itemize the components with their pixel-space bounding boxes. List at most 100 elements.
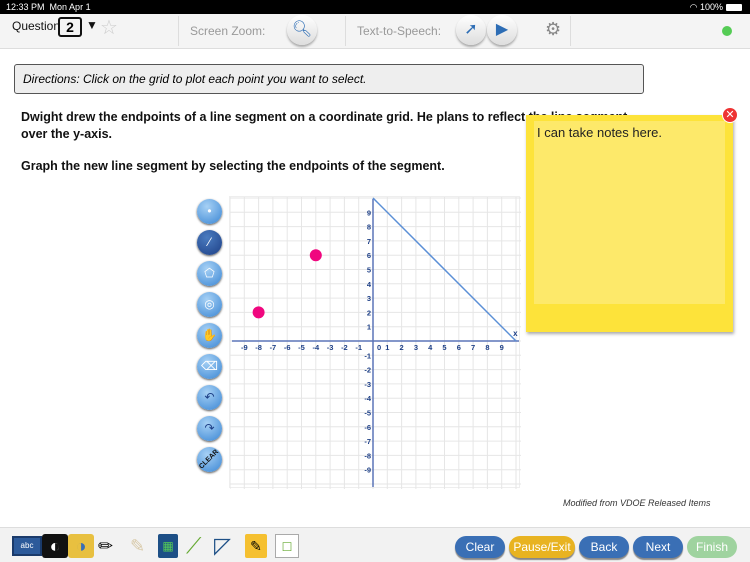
highlighter-icon: ✎ [130, 536, 146, 556]
clear-label: CLEAR [198, 448, 221, 471]
close-note-button[interactable]: ✕ [722, 107, 738, 123]
contrast-button[interactable]: ◐ [42, 534, 68, 558]
origin-label: 0 [377, 343, 381, 352]
y-tick-label: 2 [367, 308, 371, 317]
pointer-speech-icon: ➚ [464, 21, 478, 38]
x-tick-label: 1 [385, 343, 389, 352]
circle-icon: ◎ [204, 297, 215, 311]
zoom-button[interactable]: 🔍︎ [287, 15, 317, 45]
hand-tool-button[interactable]: ✋ [197, 323, 222, 348]
color-overlay-icon: ◑ [75, 536, 87, 556]
y-tick-label: -5 [364, 409, 371, 418]
line-reader-button[interactable]: ☐ [275, 534, 299, 558]
y-tick-label: 9 [367, 208, 371, 217]
ruler-icon: ⟋ [186, 533, 202, 558]
finish-button[interactable]: Finish [687, 536, 737, 558]
close-icon: ✕ [725, 109, 735, 121]
x-tick-label: -7 [270, 343, 277, 352]
note-text-area[interactable]: I can take notes here. [534, 121, 725, 304]
x-tick-label: 4 [428, 343, 433, 352]
coordinate-grid-svg[interactable]: x-9-9-8-8-7-7-6-6-5-5-4-4-3-3-2-2-1-10 11… [229, 197, 521, 489]
x-tick-label: 6 [457, 343, 461, 352]
eraser-icon: ⌫ [201, 359, 218, 373]
question-number[interactable]: 2 [58, 17, 82, 37]
line-icon: ⁄ [208, 235, 211, 249]
x-tick-label: -3 [327, 343, 334, 352]
notepad-button[interactable]: ✎ [245, 534, 267, 558]
x-tick-label: 7 [471, 343, 475, 352]
question-text-3: Graph the new line segment by selecting … [21, 159, 445, 173]
next-button[interactable]: Next [633, 536, 683, 558]
question-dropdown-icon[interactable]: ▼ [86, 18, 98, 32]
pause-exit-button[interactable]: Pause/Exit [509, 536, 575, 558]
x-tick-label: -5 [298, 343, 305, 352]
x-tick-label: -4 [312, 343, 319, 352]
point-tool-button[interactable]: • [197, 199, 222, 224]
circle-tool-button[interactable]: ◎ [197, 292, 222, 317]
y-tick-label: 5 [367, 266, 371, 275]
note-text[interactable]: I can take notes here. [534, 121, 725, 144]
sticky-note[interactable]: I can take notes here. [526, 115, 733, 332]
top-toolbar: Question 2 ▼ ☆ Screen Zoom: 🔍︎ Text-to-S… [0, 14, 750, 49]
gear-icon[interactable]: ⚙ [545, 19, 561, 40]
polygon-tool-button[interactable]: ⬠ [197, 261, 222, 286]
x-tick-label: 9 [500, 343, 504, 352]
clear-button[interactable]: Clear [455, 536, 505, 558]
tts-play-button[interactable]: ▶ [487, 15, 517, 45]
ruler-button[interactable]: ⟋ [186, 534, 201, 558]
question-text-2: over the y-axis. [21, 127, 113, 141]
x-tick-label: -6 [284, 343, 291, 352]
status-bar: 12:33 PM Mon Apr 1 ◠ 100% [0, 0, 750, 14]
polygon-icon: ⬠ [204, 266, 215, 280]
color-overlay-button[interactable]: ◑ [68, 534, 94, 558]
coordinate-grid[interactable]: x -9 -9 -8 -8 -7 -7 -6 -6 -5 -5 -4 -4 -3 -3 -2 -2 -1 -1 0 1 1… [229, 196, 521, 489]
x-tick-label: 5 [442, 343, 446, 352]
calculator-button[interactable]: ▦ [158, 534, 178, 558]
answer-masking-button[interactable]: abc [12, 536, 42, 556]
x-tick-label: -8 [255, 343, 262, 352]
x-tick-label: 2 [400, 343, 404, 352]
star-icon[interactable]: ☆ [100, 15, 118, 40]
protractor-icon: ◸ [214, 533, 231, 558]
wifi-icon: ◠ [689, 2, 698, 12]
line-reader-icon: ☐ [281, 540, 293, 554]
y-tick-label: 3 [367, 294, 371, 303]
pencil-button[interactable]: ✏ [98, 534, 113, 558]
y-tick-label: -3 [364, 380, 371, 389]
abc-icon: abc [20, 541, 34, 550]
eraser-tool-button[interactable]: ⌫ [197, 354, 222, 379]
x-tick-label: -2 [341, 343, 348, 352]
x-tick-label: -9 [241, 343, 248, 352]
notepad-icon: ✎ [250, 538, 262, 554]
question-label: Question [12, 19, 61, 33]
divider [570, 16, 571, 46]
screen-zoom-label: Screen Zoom: [190, 24, 266, 38]
highlighter-button[interactable]: ✎ [130, 534, 145, 558]
contrast-icon: ◐ [49, 536, 61, 556]
undo-button[interactable]: ↶ [197, 385, 222, 410]
battery-level: 100% [699, 2, 723, 12]
clear-graph-button[interactable]: CLEAR [197, 447, 222, 472]
x-tick-label: -1 [355, 343, 362, 352]
divider [178, 16, 179, 46]
redo-button[interactable]: ↷ [197, 416, 222, 441]
y-tick-label: -1 [364, 351, 371, 360]
y-tick-label: -9 [364, 466, 371, 475]
directions: Directions: Click on the grid to plot ea… [14, 64, 644, 94]
play-icon: ▶ [495, 21, 509, 38]
back-button[interactable]: Back [579, 536, 629, 558]
y-tick-label: 8 [367, 223, 371, 232]
tts-select-button[interactable]: ➚ [456, 15, 486, 45]
divider [345, 16, 346, 46]
protractor-button[interactable]: ◸ [214, 534, 231, 558]
pencil-icon: ✏ [98, 536, 114, 556]
y-tick-label: -6 [364, 423, 371, 432]
bottom-toolbar: abc ◐ ◑ ✏ ✎ ▦ ⟋ ◸ ✎ ☐ Clear Pause/Exit B… [0, 527, 750, 562]
line-tool-button[interactable]: ⁄ [197, 230, 222, 255]
x-tick-label: 8 [485, 343, 489, 352]
time: 12:33 PM [6, 2, 45, 12]
plotted-point [252, 306, 265, 319]
y-tick-label: -7 [364, 437, 371, 446]
y-tick-label: -4 [364, 394, 371, 403]
undo-icon: ↶ [204, 390, 215, 404]
